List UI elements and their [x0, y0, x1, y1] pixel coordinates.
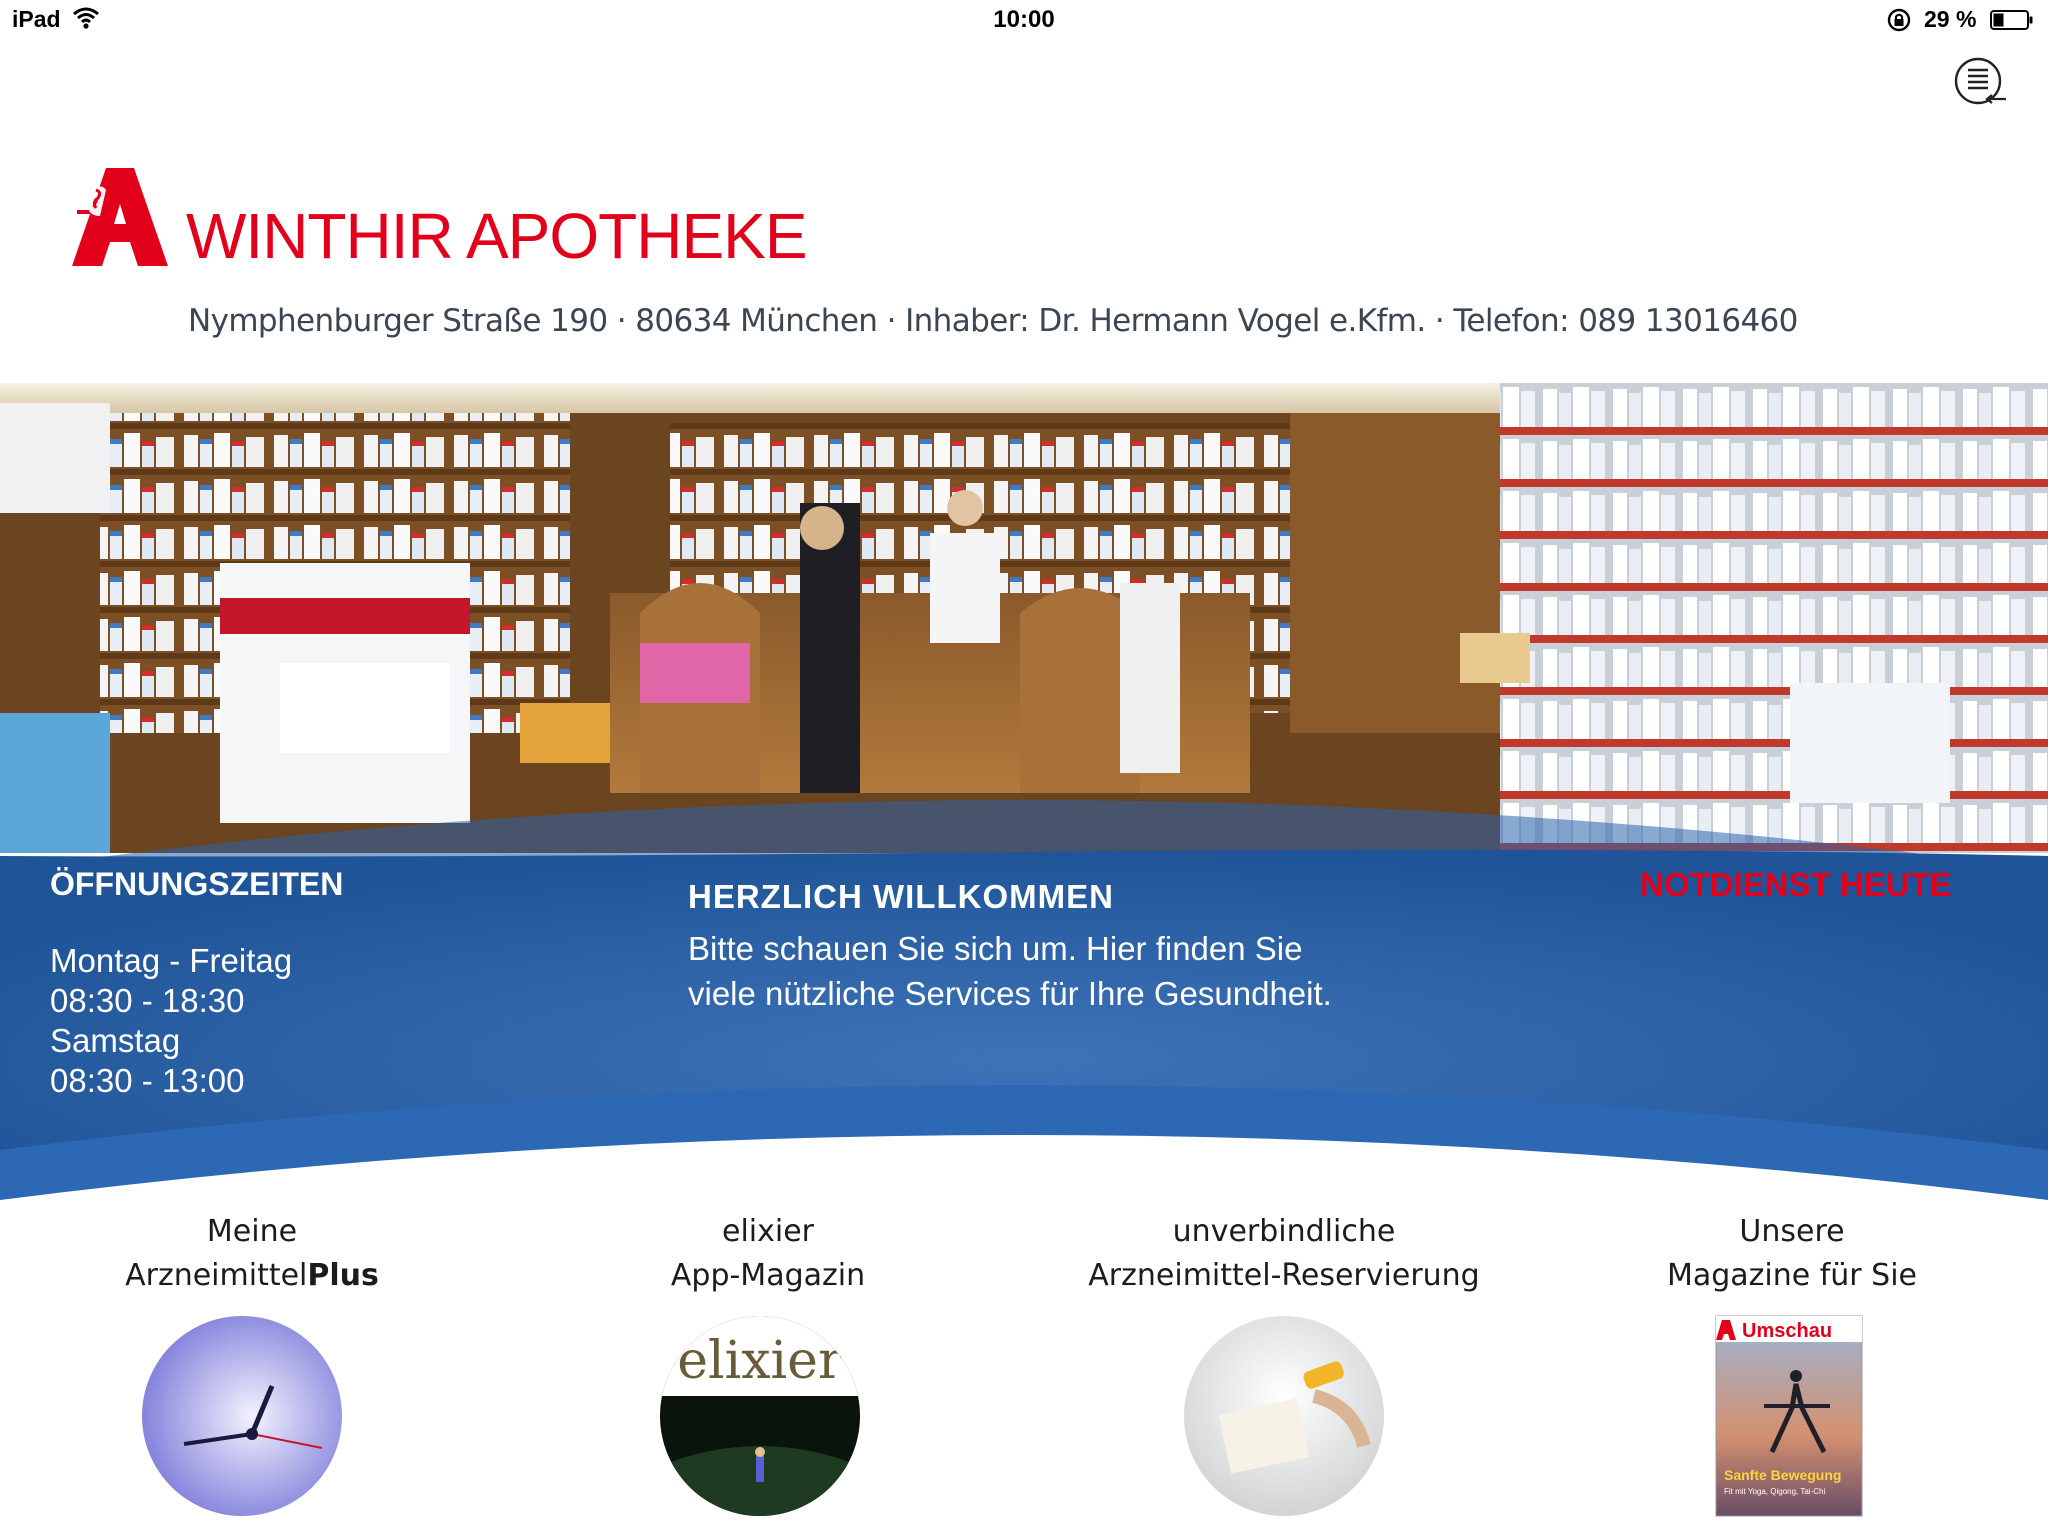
welcome-text-line: viele nützliche Services für Ihre Gesund… [688, 975, 1332, 1012]
elixier-magazine-image: elixier [660, 1316, 860, 1516]
clock-image [142, 1316, 342, 1516]
elixier-logo-text: elixier [677, 1331, 843, 1391]
apotheke-a-logo [72, 168, 168, 266]
tile-title-line: Magazine für Sie [1666, 1258, 1918, 1293]
cover-headline: Sanfte Bewegung [1724, 1467, 1841, 1483]
umschau-magazine-cover: Umschau Sanfte Bewegung Fit mit Yoga, Qi… [1715, 1315, 1863, 1517]
battery-icon [1990, 10, 2033, 30]
welcome-text-line: Bitte schauen Sie sich um. Hier finden S… [688, 930, 1303, 967]
tile-arzneimittel-plus[interactable]: Meine ArzneimittelPlus [42, 1210, 462, 1516]
notdienst-link[interactable]: NOTDIENST HEUTE [1640, 866, 1952, 904]
tile-title-line: Arzneimittel-Reservierung [1088, 1258, 1480, 1293]
tile-arzneimittel-reservierung[interactable]: unverbindliche Arzneimittel-Reservierung [1074, 1210, 1494, 1516]
cover-subline: Fit mit Yoga, Qigong, Tai-Chi [1724, 1487, 1825, 1496]
opening-hours-line: Samstag [50, 1022, 181, 1059]
pharmacy-name: WINTHIR APOTHEKE [186, 200, 807, 272]
list-menu-icon[interactable] [1950, 56, 2010, 108]
battery-percent: 29 % [1924, 6, 1977, 32]
tile-elixier-app-magazin[interactable]: elixier App-Magazin elixier [558, 1210, 978, 1516]
tile-title-line: Unsere [1739, 1214, 1845, 1249]
status-bar: iPad 10:00 29 % [0, 0, 2048, 40]
opening-hours-line: 08:30 - 13:00 [50, 1062, 245, 1099]
pharmacy-address: Nymphenburger Straße 190 · 80634 München… [188, 303, 1798, 339]
tile-magazine[interactable]: Unsere Magazine für Sie Umschau Sanfte B… [1582, 1210, 2002, 1517]
welcome-title: HERZLICH WILLKOMMEN [688, 878, 1114, 915]
opening-hours-title: ÖFFNUNGSZEITEN [50, 866, 344, 902]
tile-title-line: unverbindliche [1172, 1214, 1396, 1249]
tile-title-line: Meine [206, 1214, 298, 1249]
tile-title-line: App-Magazin [670, 1258, 866, 1293]
pharmacist-hand-image [1184, 1316, 1384, 1516]
clock-time: 10:00 [993, 6, 1055, 33]
tile-title-line: elixier [721, 1214, 814, 1249]
opening-hours-line: 08:30 - 18:30 [50, 982, 245, 1019]
cover-title: Umschau [1742, 1320, 1832, 1342]
opening-hours-line: Montag - Freitag [50, 942, 293, 979]
orientation-lock-icon [1887, 8, 1911, 32]
tile-title-line: ArzneimittelPlus [125, 1258, 379, 1293]
